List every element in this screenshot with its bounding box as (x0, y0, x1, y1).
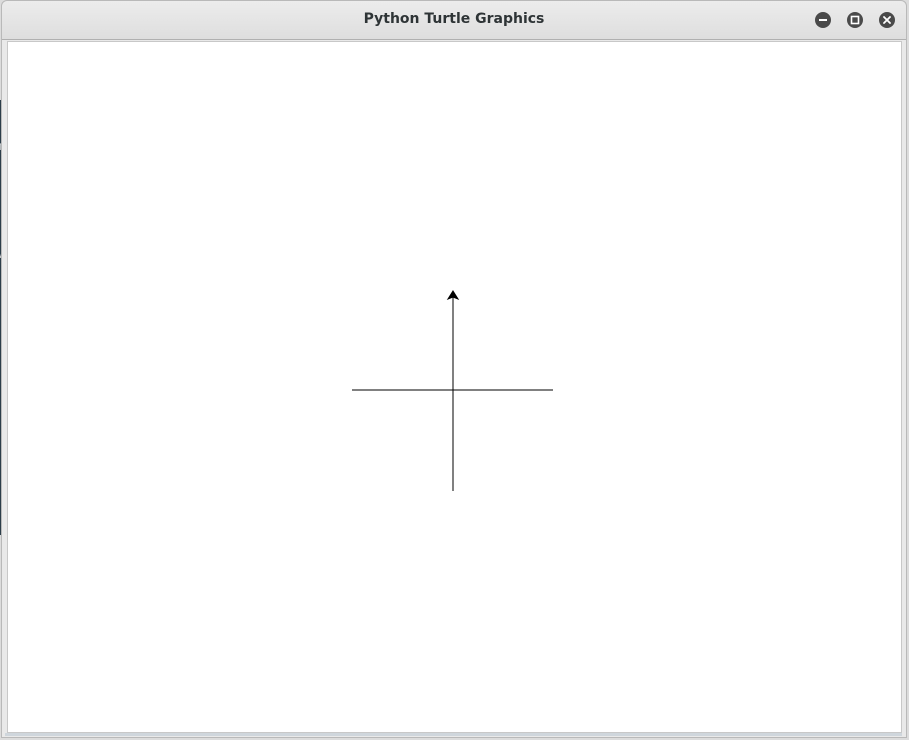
maximize-icon (850, 15, 860, 25)
title-bar[interactable]: Python Turtle Graphics (2, 1, 906, 40)
close-icon (883, 16, 891, 24)
maximize-button[interactable] (847, 12, 863, 28)
turtle-window: Python Turtle Graphics (1, 0, 907, 738)
minimize-button[interactable] (815, 12, 831, 28)
window-title: Python Turtle Graphics (363, 11, 545, 27)
minimize-icon (819, 19, 827, 21)
window-bottom-border (5, 733, 902, 736)
turtle-drawing (352, 290, 553, 491)
close-button[interactable] (879, 12, 895, 28)
turtle-canvas[interactable] (7, 41, 902, 733)
